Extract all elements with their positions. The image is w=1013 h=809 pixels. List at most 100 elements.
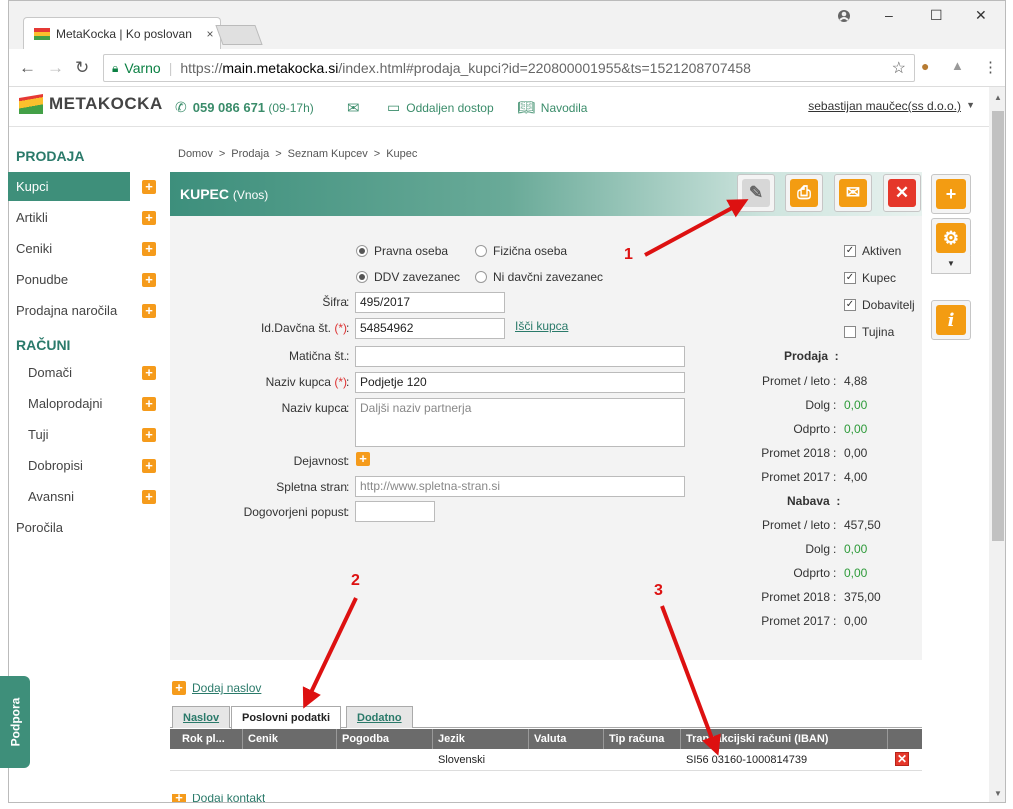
col-jezik[interactable]: Jezik xyxy=(438,733,465,745)
col-iban[interactable]: Transakcijski računi (IBAN) xyxy=(686,733,828,745)
delete-row-icon[interactable]: ✕ xyxy=(895,752,909,766)
bookmark-star-icon[interactable]: ☆ xyxy=(892,58,906,78)
checkbox-kupec[interactable]: ✓ Kupec xyxy=(844,271,896,285)
user-menu[interactable]: sebastijan maučec(ss d.o.o.) xyxy=(808,99,961,113)
tab-naslov[interactable]: Naslov xyxy=(172,706,231,728)
add-artikli-plus-icon[interactable]: + xyxy=(142,211,156,225)
sidebar-item-ceniki[interactable]: Ceniki xyxy=(8,234,130,263)
add-narocila-plus-icon[interactable]: + xyxy=(142,304,156,318)
manual-link[interactable]: 📖︎ Navodila xyxy=(517,99,587,116)
tab-poslovni-podatki[interactable]: Poslovni podatki xyxy=(231,706,342,729)
new-record-button[interactable]: + xyxy=(931,174,971,214)
checkbox-aktiven[interactable]: ✓ Aktiven xyxy=(844,244,901,258)
remote-access-link[interactable]: ▭ Oddaljen dostop xyxy=(387,99,494,116)
radio-fizicna-oseba[interactable]: Fizična oseba xyxy=(475,244,567,258)
edit-button[interactable]: ✎ xyxy=(737,174,775,212)
sidebar-item-tuji[interactable]: Tuji xyxy=(8,420,130,449)
add-dobropisi-plus-icon[interactable]: + xyxy=(142,459,156,473)
print-button[interactable]: ⎙ xyxy=(785,174,823,212)
stat-value: 4,00 xyxy=(844,470,868,484)
sidebar-item-avansni[interactable]: Avansni xyxy=(8,482,130,511)
radio-ddv-zavezanec[interactable]: DDV zavezanec xyxy=(356,270,460,284)
col-divider xyxy=(336,729,337,749)
breadcrumb-seznam-kupcev[interactable]: Seznam Kupcev xyxy=(288,148,368,160)
colon: : xyxy=(833,422,837,436)
scroll-up-icon[interactable]: ▲ xyxy=(994,93,1002,102)
close-window-button[interactable]: ✕ xyxy=(975,7,987,24)
radio-pravna-oseba[interactable]: Pravna oseba xyxy=(356,244,448,258)
col-valuta[interactable]: Valuta xyxy=(534,733,566,745)
back-arrow-icon[interactable]: ← xyxy=(19,58,36,78)
add-tuji-plus-icon[interactable]: + xyxy=(142,428,156,442)
browser-tab[interactable]: MetaKocka | Ko poslovan × xyxy=(23,17,221,49)
col-tip-racuna[interactable]: Tip računa xyxy=(609,733,664,745)
add-maloprodajni-plus-icon[interactable]: + xyxy=(142,397,156,411)
settings-button[interactable]: ⚙ xyxy=(931,218,971,258)
reload-icon[interactable]: ↻ xyxy=(75,58,89,78)
search-customer-link[interactable]: Išči kupca xyxy=(515,319,568,333)
checkbox-label: Tujina xyxy=(862,325,895,339)
col-cenik[interactable]: Cenik xyxy=(248,733,278,745)
col-divider xyxy=(242,729,243,749)
davcna-label-text: Id.Davčna št. xyxy=(260,321,331,335)
breadcrumb-domov[interactable]: Domov xyxy=(178,148,213,160)
add-ceniki-plus-icon[interactable]: + xyxy=(142,242,156,256)
account-icon[interactable] xyxy=(837,9,851,23)
sidebar-item-domaci[interactable]: Domači xyxy=(8,358,130,387)
support-tab[interactable]: Podpora xyxy=(0,676,30,768)
sidebar-item-ponudbe[interactable]: Ponudbe xyxy=(8,265,130,294)
checkbox-tujina[interactable]: Tujina xyxy=(844,325,894,339)
nabava-stats-title: Nabava : xyxy=(787,494,841,508)
chevron-down-icon[interactable]: ▼ xyxy=(966,100,975,110)
table-row[interactable]: Slovenski SI56 03160-1000814739 ✕ xyxy=(170,749,922,771)
info-button[interactable]: i xyxy=(931,300,971,340)
scrollbar-thumb[interactable] xyxy=(992,111,1004,541)
delete-button[interactable]: ✕ xyxy=(883,174,921,212)
cookie-extension-icon[interactable]: ● xyxy=(921,58,929,74)
add-avansni-plus-icon[interactable]: + xyxy=(142,490,156,504)
col-rok-placila[interactable]: Rok pl... xyxy=(182,733,225,745)
sifra-field[interactable]: 495/2017 xyxy=(355,292,505,313)
add-domaci-plus-icon[interactable]: + xyxy=(142,366,156,380)
discount-field[interactable] xyxy=(355,501,435,522)
radio-ni-ddv[interactable]: Ni davčni zavezanec xyxy=(475,270,603,284)
add-address-link[interactable]: + Dodaj naslov xyxy=(172,681,261,695)
sidebar-item-prodajna-narocila[interactable]: Prodajna naročila xyxy=(8,296,130,325)
email-button[interactable]: ✉ xyxy=(834,174,872,212)
menu-dots-icon[interactable]: ⋮ xyxy=(983,58,998,76)
page-scrollbar[interactable]: ▲ ▼ xyxy=(989,87,1005,802)
website-field[interactable]: http://www.spletna-stran.si xyxy=(355,476,685,497)
sidebar-item-dobropisi[interactable]: Dobropisi xyxy=(8,451,130,480)
checkbox-dobavitelj[interactable]: ✓ Dobavitelj xyxy=(844,298,915,312)
add-contact-link[interactable]: + Dodaj kontakt xyxy=(172,794,265,802)
mail-icon[interactable]: ✉ xyxy=(347,99,360,117)
new-tab-button[interactable] xyxy=(215,25,263,45)
pdf-extension-icon[interactable]: ▲ xyxy=(951,58,964,73)
add-kupci-plus-icon[interactable]: + xyxy=(142,180,156,194)
naziv2-textarea[interactable]: Daljši naziv partnerja xyxy=(355,398,685,447)
breadcrumb-prodaja[interactable]: Prodaja xyxy=(231,148,269,160)
davcna-field[interactable]: 54854962 xyxy=(355,318,505,339)
nabava-title-text: Nabava xyxy=(787,494,830,508)
sidebar-item-porocila[interactable]: Poročila xyxy=(8,513,130,542)
phone-number: 059 086 671 xyxy=(192,100,266,115)
sidebar-item-artikli[interactable]: Artikli xyxy=(8,203,130,232)
col-pogodba[interactable]: Pogodba xyxy=(342,733,389,745)
sidebar-item-maloprodajni[interactable]: Maloprodajni xyxy=(8,389,130,418)
tab-dodatno[interactable]: Dodatno xyxy=(346,706,413,728)
settings-dropdown-toggle[interactable]: ▼ xyxy=(931,256,971,274)
minimize-button[interactable]: – xyxy=(885,7,893,23)
url-input[interactable]: 🔒︎ Varno | https:// main.metakocka.si /i… xyxy=(103,54,915,82)
sidebar-item-kupci[interactable]: Kupci xyxy=(8,172,130,201)
metakocka-logo[interactable]: METAKOCKA xyxy=(19,94,163,114)
forward-arrow-icon[interactable]: → xyxy=(47,58,64,78)
add-ponudbe-plus-icon[interactable]: + xyxy=(142,273,156,287)
scroll-down-icon[interactable]: ▼ xyxy=(994,789,1002,798)
maticna-field[interactable] xyxy=(355,346,685,367)
naziv-field[interactable]: Podjetje 120 xyxy=(355,372,685,393)
annotation-label-3: 3 xyxy=(654,582,663,599)
maximize-button[interactable]: ☐ xyxy=(930,7,943,24)
breadcrumb-separator: > xyxy=(275,148,282,160)
add-dejavnost-plus-icon[interactable]: + xyxy=(356,452,370,466)
radio-dot xyxy=(356,271,368,283)
